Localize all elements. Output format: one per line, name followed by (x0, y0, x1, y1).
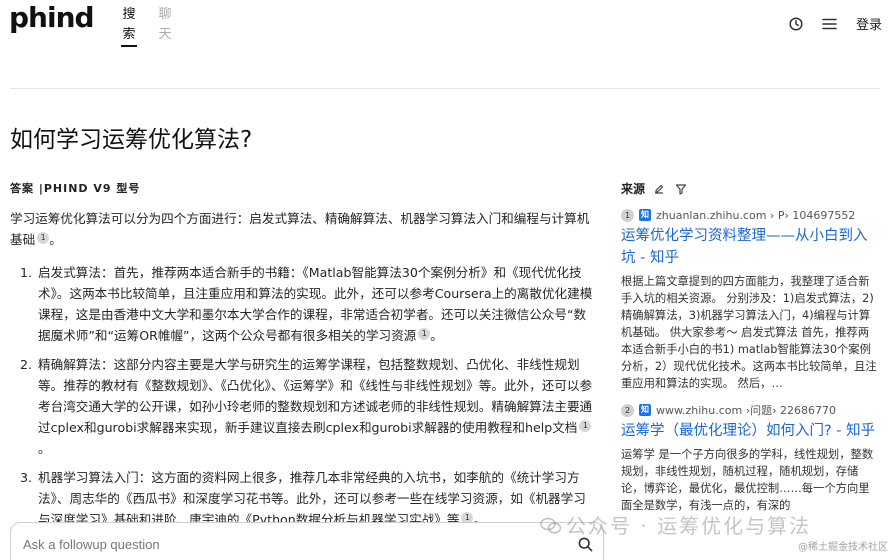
login-button[interactable]: 登录 (856, 14, 882, 33)
nav-search-tab[interactable]: 搜 索 (121, 5, 137, 47)
clock-icon[interactable] (788, 16, 804, 32)
answer-list-item: 启发式算法：首先，推荐两本适合新手的书籍：《Matlab智能算法30个案例分析》… (36, 262, 598, 346)
citation-badge[interactable]: 1 (579, 420, 592, 432)
answer-section: 答案 |PHIND V9 型号 学习运筹优化算法可以分为四个方面进行：启发式算法… (10, 180, 598, 538)
watermark-small: @稀土掘金技术社区 (798, 542, 888, 553)
answer-intro: 学习运筹优化算法可以分为四个方面进行：启发式算法、精确解算法、机器学习算法入门和… (10, 208, 598, 250)
filter-icon[interactable] (673, 181, 689, 197)
answer-intro-tail: 。 (49, 232, 62, 247)
source-card: 2 知 www.zhihu.com ›问题› 22686770 运筹学（最优化理… (621, 402, 879, 514)
answer-item-text: 精确解算法：这部分内容主要是大学与研究生的运筹学课程，包括整数规划、凸优化、非线… (38, 357, 593, 435)
answer-list-item: 精确解算法：这部分内容主要是大学与研究生的运筹学课程，包括整数规划、凸优化、非线… (36, 354, 598, 459)
answer-list: 启发式算法：首先，推荐两本适合新手的书籍：《Matlab智能算法30个案例分析》… (10, 262, 598, 530)
nav-search-label-bottom: 索 (121, 25, 137, 47)
mode-nav: 搜 索 聊 天 (121, 5, 173, 47)
zhihu-favicon-icon: 知 (639, 404, 651, 416)
followup-box (10, 522, 604, 560)
phind-logo[interactable]: phind (9, 1, 95, 34)
header-actions: 登录 (788, 14, 882, 33)
nav-search-label-top: 搜 (122, 7, 136, 22)
sources-header: 来源 (621, 180, 879, 197)
source-snippet: 根据上篇文章提到的四方面能力，我整理了适合新手入坑的相关资源。 分别涉及：1)启… (621, 275, 877, 390)
answer-item-text: 机器学习算法入门：这方面的资料网上很多，推荐几本非常经典的入坑书，如李航的《统计… (38, 470, 586, 527)
source-number: 1 (621, 208, 634, 222)
answer-item-text: 启发式算法：首先，推荐两本适合新手的书籍：《Matlab智能算法30个案例分析》… (38, 265, 593, 343)
nav-chat-tab[interactable]: 聊 天 (157, 5, 173, 47)
page-title: 如何学习运筹优化算法? (10, 127, 253, 153)
menu-icon[interactable] (822, 16, 838, 32)
answer-heading: 答案 |PHIND V9 型号 (10, 182, 141, 195)
source-url: zhuanlan.zhihu.com › P› 104697552 (656, 208, 856, 222)
source-card: 1 知 zhuanlan.zhihu.com › P› 104697552 运筹… (621, 207, 879, 392)
followup-input[interactable] (23, 537, 563, 552)
source-number: 2 (621, 403, 634, 417)
top-bar: phind 搜 索 聊 天 登录 (0, 0, 890, 48)
source-url: www.zhihu.com ›问题› 22686770 (656, 404, 836, 417)
answer-list-item: 机器学习算法入门：这方面的资料网上很多，推荐几本非常经典的入坑书，如李航的《统计… (36, 467, 598, 530)
citation-badge[interactable]: 1 (418, 328, 431, 340)
search-icon[interactable] (578, 537, 593, 556)
answer-item-tail: 。 (38, 441, 51, 456)
edit-icon[interactable] (651, 181, 667, 197)
answer-item-tail: 。 (430, 328, 443, 343)
answer-intro-text: 学习运筹优化算法可以分为四个方面进行：启发式算法、精确解算法、机器学习算法入门和… (10, 211, 590, 247)
sources-panel: 来源 1 知 zhuanlan.zhihu.com › P› 104697552… (621, 180, 879, 524)
citation-badge[interactable]: 1 (37, 232, 50, 244)
zhihu-favicon-icon: 知 (639, 209, 651, 221)
nav-chat-label-bottom: 天 (158, 27, 172, 42)
source-meta: 1 知 zhuanlan.zhihu.com › P› 104697552 (621, 207, 879, 223)
header-divider (10, 88, 880, 89)
source-title-link[interactable]: 运筹学（最优化理论）如何入门? - 知乎 (621, 420, 879, 442)
source-snippet: 运筹学 是一个子方向很多的学科，线性规划，整数规划，非线性规划，随机过程，随机规… (621, 448, 874, 512)
sources-heading: 来源 (621, 182, 646, 196)
nav-chat-label-top: 聊 (158, 7, 172, 22)
source-meta: 2 知 www.zhihu.com ›问题› 22686770 (621, 402, 879, 418)
source-title-link[interactable]: 运筹优化学习资料整理——从小白到入坑 - 知乎 (621, 225, 879, 269)
